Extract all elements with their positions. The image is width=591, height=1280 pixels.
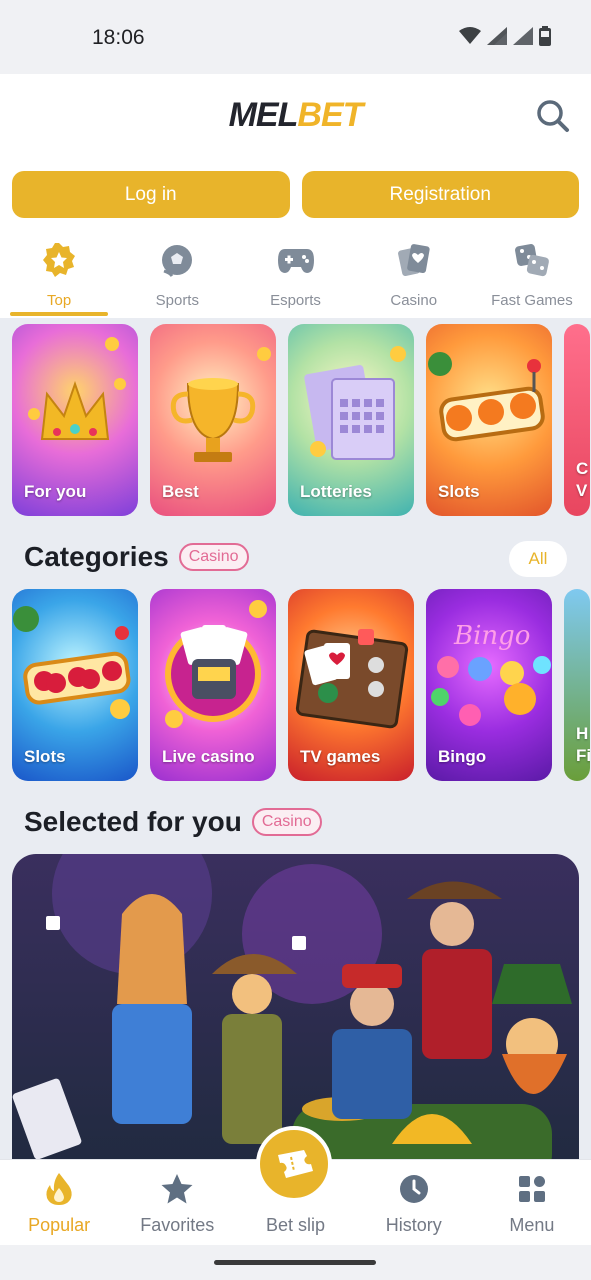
card-lotteries[interactable]: Lotteries: [288, 324, 414, 516]
nav-history[interactable]: History: [355, 1160, 473, 1245]
playing-cards-icon: [395, 242, 433, 278]
logo-part-mel: MEL: [228, 96, 299, 134]
ticket-icon: [278, 1150, 313, 1178]
search-icon: [537, 100, 569, 132]
section-tabs: Top Sports Esports Casino Fast Games: [0, 236, 591, 318]
gamepad-icon: [277, 242, 315, 278]
nav-menu-label: Menu: [509, 1215, 555, 1235]
card-label: H Fi: [576, 724, 590, 765]
nav-menu[interactable]: Menu: [473, 1160, 591, 1245]
card-label: Slots: [24, 747, 66, 766]
tab-fast-games[interactable]: Fast Games: [473, 236, 591, 318]
card-label: Slots: [438, 482, 480, 501]
gesture-bar: [0, 1245, 591, 1280]
nav-bet-slip-label: Bet slip: [265, 1215, 326, 1235]
categories-row: Slots Live casino TV games Bingo Bingo H…: [12, 589, 590, 781]
nav-history-label: History: [385, 1215, 442, 1235]
flame-icon: [42, 1172, 76, 1206]
top-cards-row: For you Best Lotteries Slots C V: [12, 324, 590, 516]
signal-icon-2: [513, 27, 533, 45]
category-slots[interactable]: Slots: [12, 589, 138, 781]
category-bingo[interactable]: Bingo Bingo: [426, 589, 552, 781]
card-label: TV games: [300, 747, 381, 766]
status-time: 18:06: [92, 26, 145, 49]
logo-part-bet: BET: [297, 96, 363, 134]
nav-favorites[interactable]: Favorites: [118, 1160, 236, 1245]
casino-badge: Casino: [178, 543, 249, 571]
tab-sports-label: Sports: [155, 292, 199, 309]
card-for-you[interactable]: For you: [12, 324, 138, 516]
tab-casino[interactable]: Casino: [355, 236, 473, 318]
nav-favorites-label: Favorites: [140, 1215, 215, 1235]
nav-popular[interactable]: Popular: [0, 1160, 118, 1245]
tab-esports-label: Esports: [270, 292, 321, 309]
card-label: Live casino: [162, 747, 255, 766]
bet-slip-button[interactable]: [256, 1126, 332, 1202]
dice-icon: [513, 242, 551, 278]
tab-esports[interactable]: Esports: [236, 236, 354, 318]
svg-text:Bingo: Bingo: [453, 621, 530, 651]
signal-icon: [487, 27, 507, 45]
battery-icon: [539, 26, 551, 46]
app-header: MELBET Log in Registration Top Sports Es…: [0, 74, 591, 318]
card-label: Lotteries: [300, 482, 372, 501]
card-label: Best: [162, 482, 199, 501]
grid-icon: [515, 1172, 549, 1206]
melbet-logo: MELBET: [0, 96, 591, 135]
nav-popular-label: Popular: [28, 1215, 91, 1235]
status-bar: 18:06: [0, 0, 591, 74]
all-button[interactable]: All: [509, 541, 567, 577]
card-label: For you: [24, 482, 87, 501]
card-label: Bingo: [438, 747, 487, 766]
category-partial[interactable]: H Fi: [564, 589, 590, 781]
card-slots[interactable]: Slots: [426, 324, 552, 516]
login-button[interactable]: Log in: [12, 171, 290, 218]
registration-button[interactable]: Registration: [301, 171, 579, 218]
casino-badge: Casino: [251, 808, 322, 836]
tab-fast-games-label: Fast Games: [491, 292, 573, 309]
star-badge-icon: [40, 242, 78, 278]
categories-header: Categories Casino: [24, 541, 249, 573]
card-partial-top[interactable]: C V: [564, 324, 590, 516]
star-icon: [160, 1172, 194, 1206]
selected-title: Selected for you: [24, 806, 242, 837]
tab-casino-label: Casino: [390, 292, 438, 309]
search-button[interactable]: [533, 96, 573, 136]
card-label: C V: [576, 459, 589, 500]
clock-icon: [397, 1172, 431, 1206]
selected-header: Selected for you Casino: [24, 806, 322, 838]
wifi-icon: [459, 27, 481, 44]
tab-top-label: Top: [47, 292, 72, 309]
soccer-ball-icon: [158, 242, 196, 278]
status-icons: [459, 26, 551, 46]
tab-sports[interactable]: Sports: [118, 236, 236, 318]
category-tv-games[interactable]: TV games: [288, 589, 414, 781]
auth-buttons: Log in Registration: [12, 171, 579, 218]
home-handle[interactable]: [214, 1260, 376, 1265]
category-live-casino[interactable]: Live casino: [150, 589, 276, 781]
card-best[interactable]: Best: [150, 324, 276, 516]
categories-title: Categories: [24, 541, 169, 572]
tab-top[interactable]: Top: [0, 236, 118, 318]
